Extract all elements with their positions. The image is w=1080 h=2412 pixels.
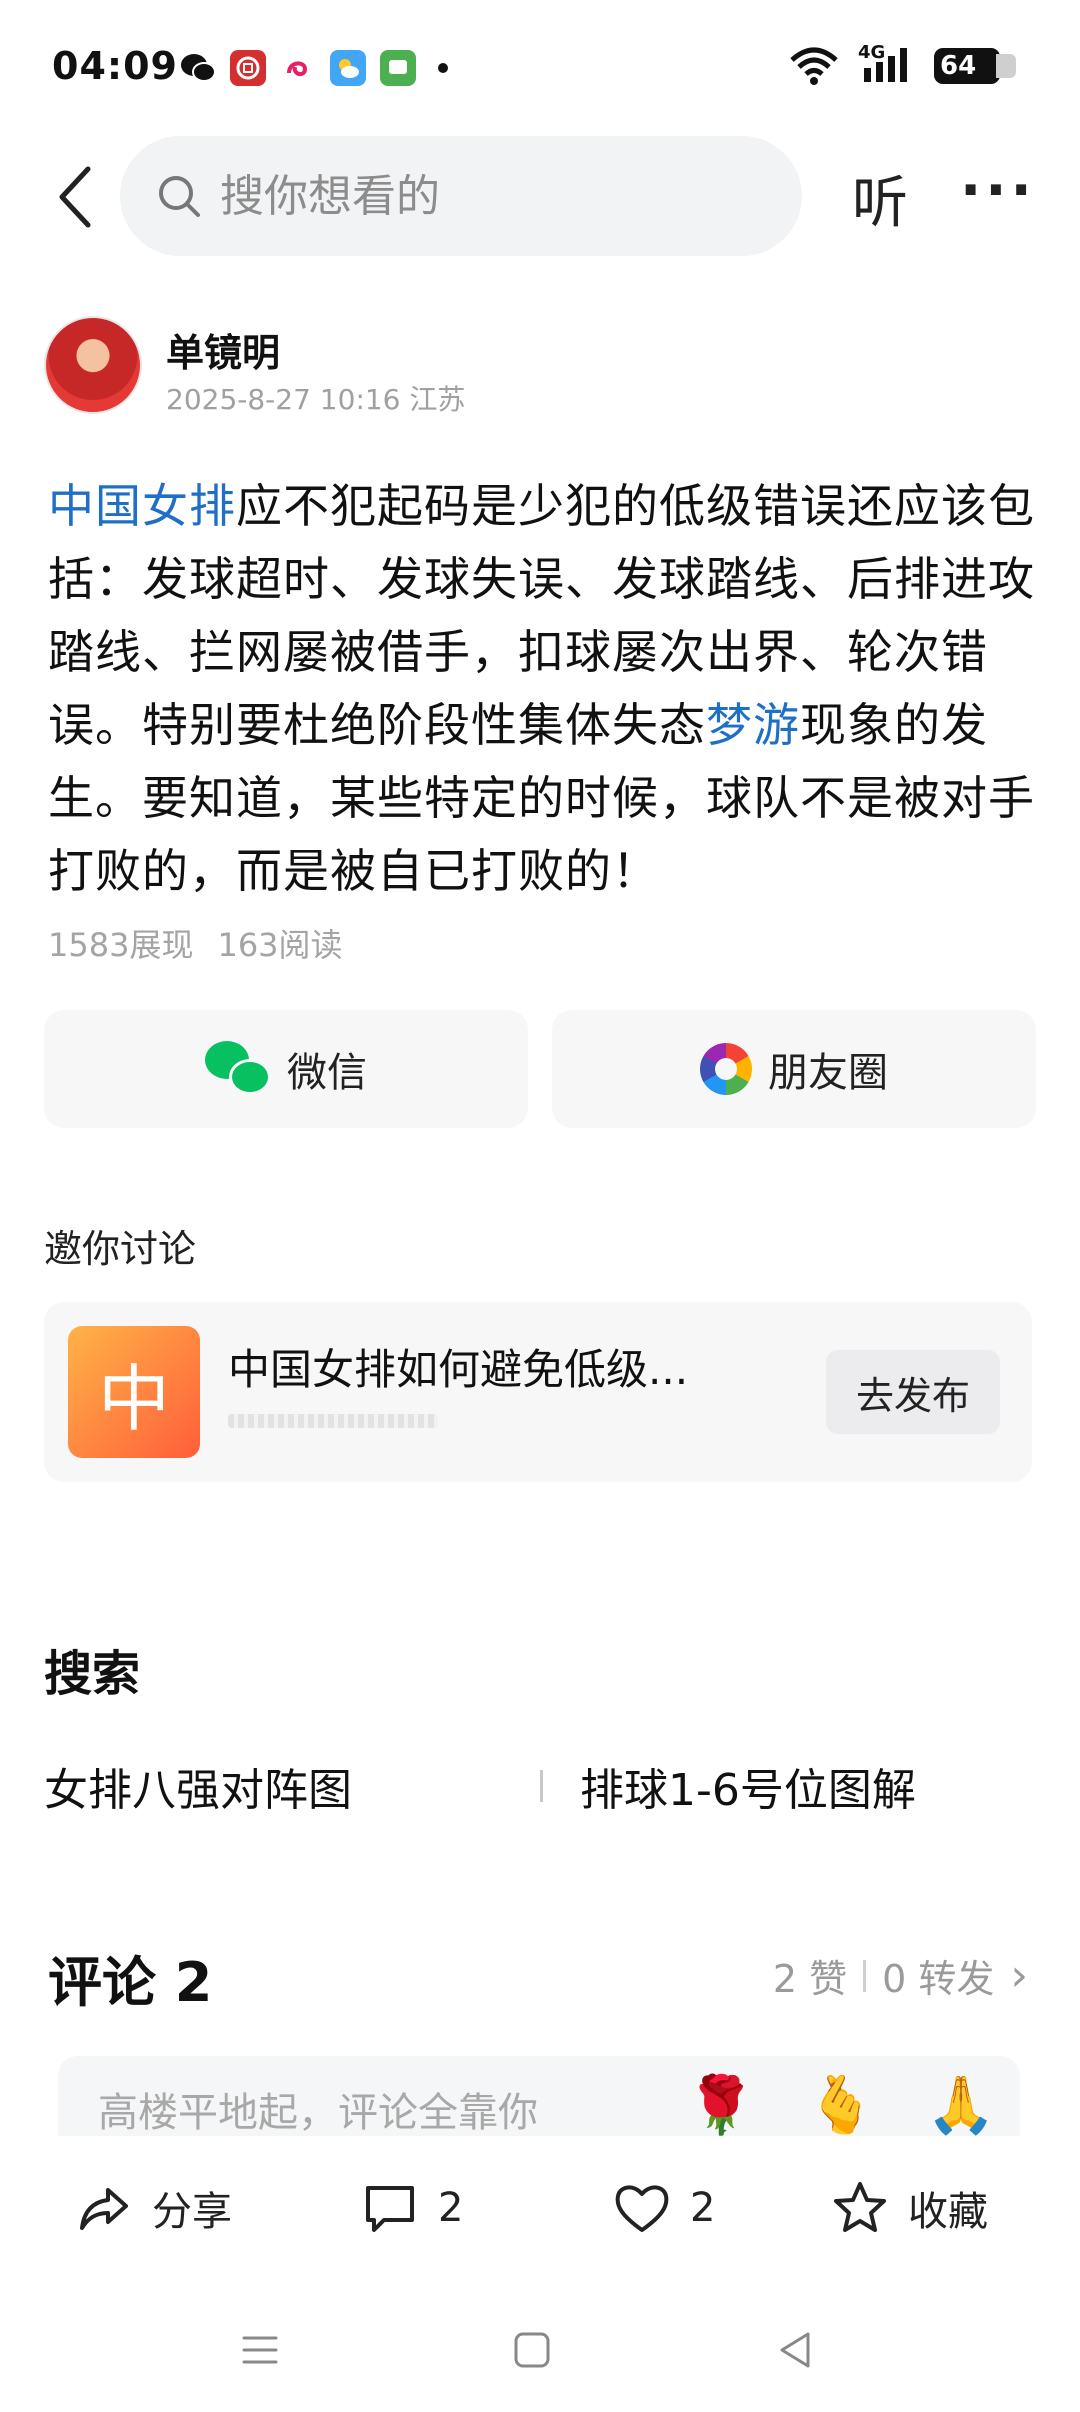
topic-subtitle-blur: [228, 1414, 438, 1428]
like-button[interactable]: 2: [612, 2178, 715, 2238]
rose-emoji-icon[interactable]: 🌹: [686, 2072, 756, 2136]
author-header: 单镜明 2025-8-27 10:16 江苏: [44, 316, 1044, 416]
cellular-signal-icon: 4G: [858, 42, 916, 86]
wechat-notification-icon: [180, 50, 216, 86]
comment-button[interactable]: 2: [360, 2178, 463, 2238]
bottom-action-bar: 分享 2 2 收藏: [0, 2136, 1080, 2276]
search-suggestion-right[interactable]: 排球1-6号位图解: [580, 1754, 916, 1818]
messages-notification-icon: [380, 50, 416, 86]
share-icon: [80, 2188, 128, 2230]
top-nav: 听 ···: [0, 136, 1080, 256]
discuss-heading: 邀你讨论: [44, 1227, 197, 1271]
likes-count: 2 赞: [772, 1957, 848, 2001]
music-app-notification-icon: [280, 50, 316, 86]
discuss-card[interactable]: 中 中国女排如何避免低级... 去发布: [44, 1302, 1032, 1482]
back-button[interactable]: [44, 162, 104, 232]
heart-icon: [615, 2185, 669, 2232]
finger-heart-emoji-icon[interactable]: 🫰: [806, 2072, 876, 2136]
moments-icon: [700, 1043, 752, 1095]
search-bar[interactable]: [120, 136, 802, 256]
status-bar: 04:09 4G 64: [0, 0, 1080, 140]
share-row: 微信 朋友圈: [44, 1010, 1036, 1128]
search-divider: [540, 1770, 543, 1802]
like-count: 2: [690, 2185, 716, 2231]
comment-placeholder: 高楼平地起，评论全靠你: [98, 2090, 538, 2136]
notification-icons: [180, 50, 448, 86]
more-options-button[interactable]: ···: [960, 158, 1036, 223]
comments-stats[interactable]: 2 赞 0 转发 ›: [773, 1948, 1028, 2003]
more-notifications-dot: [438, 63, 448, 73]
wifi-icon: [790, 47, 838, 85]
weather-notification-icon: [330, 50, 366, 86]
post-stats: 1583展现 163阅读: [48, 920, 343, 966]
pray-emoji-icon[interactable]: 🙏: [926, 2072, 996, 2136]
home-nav-icon[interactable]: [508, 2326, 556, 2374]
share-button[interactable]: 分享: [74, 2178, 232, 2238]
menu-nav-icon[interactable]: [236, 2326, 284, 2374]
search-icon: [159, 176, 200, 217]
keyword-link[interactable]: 梦游: [706, 698, 800, 752]
comment-count: 2: [438, 2185, 464, 2231]
wechat-icon: [205, 1041, 271, 1097]
share-wechat-label: 微信: [287, 1050, 367, 1096]
topic-icon: 中: [68, 1326, 200, 1458]
listen-button[interactable]: 听: [852, 158, 908, 239]
stats-divider: [863, 1959, 867, 1992]
bank-app-notification-icon: [230, 50, 266, 86]
reposts-count: 0 转发: [882, 1957, 995, 2001]
chevron-right-icon: ›: [1010, 1950, 1028, 2001]
search-input[interactable]: [220, 170, 720, 222]
author-avatar[interactable]: [44, 316, 142, 414]
battery-level: 64: [940, 51, 977, 81]
star-icon: [834, 2182, 886, 2232]
collect-button[interactable]: 收藏: [830, 2178, 988, 2238]
share-moments-button[interactable]: 朋友圈: [552, 1010, 1036, 1128]
system-nav-bar: [0, 2286, 1080, 2412]
battery-indicator: 64: [934, 48, 1016, 84]
reads-count: 163阅读: [217, 926, 343, 964]
system-icons: 4G 64: [788, 42, 1016, 86]
back-arrow-icon: [59, 166, 91, 228]
post-meta: 2025-8-27 10:16 江苏: [166, 383, 466, 416]
comment-icon: [366, 2186, 414, 2232]
publish-button[interactable]: 去发布: [826, 1350, 1000, 1434]
collect-label: 收藏: [908, 2189, 988, 2235]
topic-link[interactable]: 中国女排: [48, 479, 236, 533]
comment-input[interactable]: 高楼平地起，评论全靠你 🌹 🫰 🙏: [58, 2056, 1020, 2136]
share-label: 分享: [152, 2189, 232, 2235]
share-wechat-button[interactable]: 微信: [44, 1010, 528, 1128]
topic-title: 中国女排如何避免低级...: [228, 1345, 689, 1394]
share-moments-label: 朋友圈: [768, 1050, 888, 1096]
search-section-title: 搜索: [44, 1646, 141, 1702]
author-name[interactable]: 单镜明: [166, 322, 280, 377]
status-time: 04:09: [52, 44, 178, 88]
post-content: 中国女排应不犯起码是少犯的低级错误还应该包括：发球超时、发球失误、发球踏线、后排…: [48, 470, 1038, 908]
back-nav-icon[interactable]: [772, 2326, 820, 2374]
impressions-count: 1583展现: [48, 926, 194, 964]
network-type: 4G: [858, 42, 886, 63]
comments-title: 评论 2: [48, 1951, 213, 2014]
search-suggestion-left[interactable]: 女排八强对阵图: [44, 1754, 352, 1818]
